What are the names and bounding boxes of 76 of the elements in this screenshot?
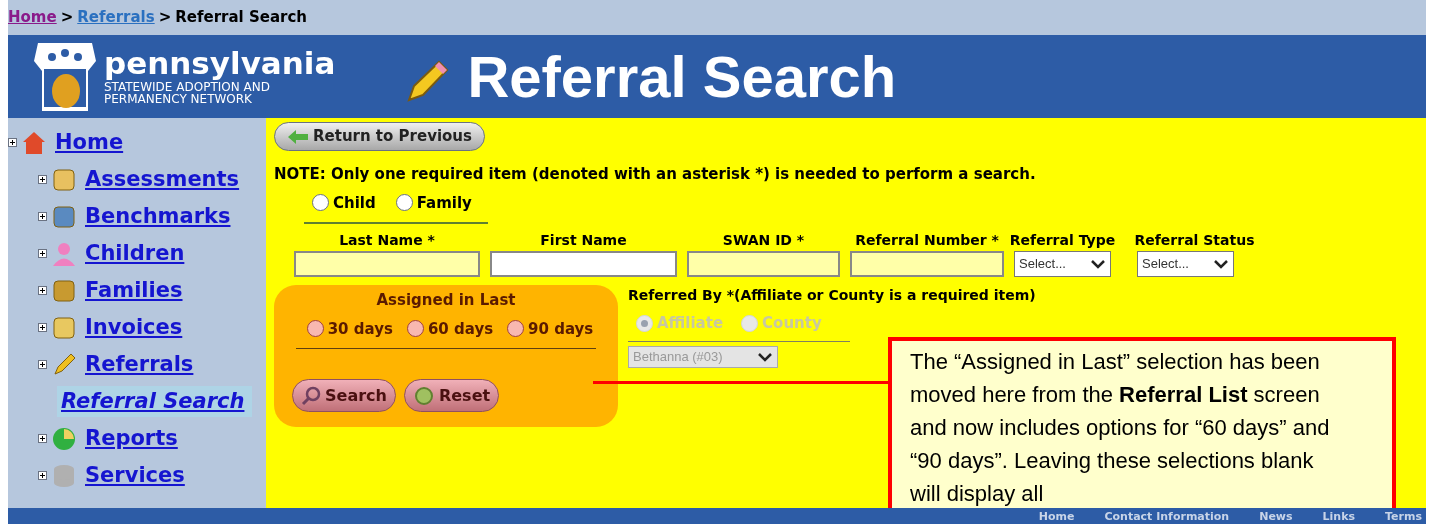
select-field[interactable]: Select...	[1014, 251, 1111, 277]
expand-icon[interactable]	[38, 323, 47, 332]
sidebar-link[interactable]: Home	[51, 126, 128, 159]
sidebar-link[interactable]: Children	[81, 237, 189, 270]
callout-text: The “Assigned in Last” selection has been moved here from the Referral List screen and now includes options for “60 days” and “90 days”. Leaving these selections blank will display all	[910, 348, 1331, 508]
radio-label: 30 days	[327, 318, 393, 340]
footer-link[interactable]: Contact Information	[1104, 510, 1230, 522]
sidebar-link[interactable]: Referrals	[81, 348, 198, 381]
radio-button[interactable]	[395, 194, 413, 212]
pencil-icon	[51, 351, 77, 378]
select-value: Select...	[1142, 255, 1189, 274]
sidebar-link[interactable]: Invoices	[81, 311, 187, 344]
chevron-icon	[757, 351, 773, 362]
sidebar-link[interactable]: Assessments	[81, 163, 244, 196]
action-button[interactable]: Reset	[403, 379, 500, 412]
logo-title: pennsylvania	[104, 48, 336, 79]
radio-label: Affiliate	[657, 313, 724, 334]
search-icon	[301, 385, 321, 406]
breadcrumb-separator: >	[60, 7, 74, 29]
field-label: Last Name *	[339, 231, 435, 250]
sidebar-link[interactable]: Referral Search	[57, 385, 253, 418]
footer-link[interactable]: Links	[1322, 510, 1356, 522]
field-label: SWAN ID *	[722, 231, 805, 250]
chart-icon	[51, 425, 77, 452]
chevron-icon	[1090, 259, 1106, 269]
sidebar-link[interactable]: Benchmarks	[81, 200, 235, 233]
expand-icon[interactable]	[8, 138, 17, 147]
arrow-icon	[287, 128, 309, 145]
radio-label: 90 days	[528, 318, 594, 340]
expand-icon[interactable]	[38, 434, 47, 443]
field-label: Referral Number *	[855, 231, 999, 250]
page-title: Referral Search	[467, 47, 897, 106]
panel-title: Assigned in Last	[376, 290, 516, 311]
select-value: Select...	[1019, 255, 1066, 274]
expand-icon[interactable]	[38, 471, 47, 480]
expand-icon[interactable]	[38, 360, 47, 369]
radio-button[interactable]	[406, 320, 424, 338]
text-field[interactable]	[850, 251, 1004, 277]
text-field[interactable]	[490, 251, 677, 277]
text-field[interactable]	[687, 251, 840, 277]
radio-label: 60 days	[427, 318, 494, 340]
text-field[interactable]	[294, 251, 480, 277]
database-icon	[51, 462, 77, 489]
footer-link[interactable]: Home	[1038, 510, 1075, 522]
person-icon	[51, 240, 77, 267]
action-button[interactable]: Search	[292, 379, 396, 412]
field-label: Referral Status	[1134, 231, 1255, 250]
radio-button[interactable]	[507, 320, 525, 338]
logo-subtitle: PERMANENCY NETWORK	[104, 93, 253, 105]
sidebar-link[interactable]: Reports	[81, 422, 182, 455]
chevron-icon	[1213, 259, 1229, 269]
expand-icon[interactable]	[38, 212, 47, 221]
logo-subtitle: STATEWIDE ADOPTION AND	[104, 81, 271, 93]
radio-button[interactable]	[312, 194, 329, 212]
select-field[interactable]: Select...	[1137, 251, 1234, 277]
referred-by-label: Referred By *(Affiliate or County is a required item)	[628, 286, 1036, 305]
breadcrumb-separator: >	[158, 7, 172, 29]
sidebar-link[interactable]: Services	[81, 459, 189, 492]
footer-link[interactable]: Terms	[1385, 510, 1422, 522]
field-label: Referral Type	[1009, 231, 1116, 250]
expand-icon[interactable]	[38, 175, 47, 184]
select-value: Bethanna (#03)	[633, 347, 723, 366]
radio-label: Child	[333, 192, 376, 214]
radio-button[interactable]	[306, 320, 324, 338]
breadcrumb-current: Referral Search	[175, 7, 308, 29]
breadcrumb-link[interactable]: Home	[8, 6, 57, 29]
field-label: First Name	[540, 231, 627, 250]
footer-link[interactable]: News	[1259, 510, 1293, 522]
radio-label: County	[762, 313, 822, 334]
sidebar-link[interactable]: Families	[81, 274, 187, 307]
expand-icon[interactable]	[38, 249, 47, 258]
note-text: NOTE: Only one required item (denoted with an asterisk *) is needed to perform a search.	[274, 164, 1037, 185]
house-icon	[21, 129, 47, 156]
radio-label: Family	[416, 192, 472, 214]
expand-icon[interactable]	[38, 286, 47, 295]
return-button[interactable]: Return to Previous	[274, 122, 485, 151]
